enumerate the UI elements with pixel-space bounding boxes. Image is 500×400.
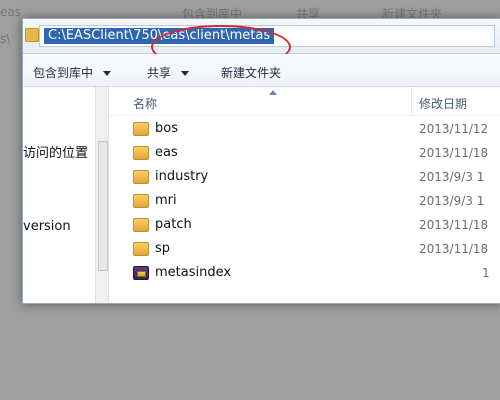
new-folder-button[interactable]: 新建文件夹 xyxy=(221,64,281,81)
sort-arrow-icon xyxy=(269,90,277,95)
include-in-library-label: 包含到库中 xyxy=(33,66,94,80)
file-row[interactable]: sp 2013/11/18 xyxy=(109,237,500,261)
file-name: bos xyxy=(155,121,178,136)
file-row[interactable]: industry 2013/9/3 1 xyxy=(109,165,500,189)
navigation-scrollbar[interactable] xyxy=(95,87,109,303)
address-path-text: C:\EASClient\750\eas\client\metas xyxy=(44,28,275,44)
file-row[interactable]: mri 2013/9/3 1 xyxy=(109,189,500,213)
new-folder-label: 新建文件夹 xyxy=(221,66,282,80)
column-header-name[interactable]: 名称 xyxy=(133,95,157,112)
column-header-date-modified[interactable]: 修改日期 xyxy=(419,95,467,112)
file-row[interactable]: eas 2013/11/18 xyxy=(109,141,500,165)
navigation-pane[interactable]: 访问的位置 version xyxy=(23,87,95,303)
folder-icon xyxy=(133,194,149,208)
file-row[interactable]: metasindex 1 xyxy=(109,261,500,285)
column-header: 名称 修改日期 xyxy=(109,87,500,116)
nav-item-recent-places[interactable]: 访问的位置 xyxy=(23,142,88,161)
toolbar: 包含到库中 共享 新建文件夹 xyxy=(23,54,500,87)
file-list-pane: 名称 修改日期 bos 2013/11/12 eas 2013/11/18 in… xyxy=(109,87,500,303)
file-date: 1 xyxy=(482,266,490,280)
file-name: mri xyxy=(155,193,177,208)
file-date: 2013/9/3 1 xyxy=(419,170,485,184)
share-button[interactable]: 共享 xyxy=(147,64,189,81)
archive-icon xyxy=(133,266,149,280)
file-row[interactable]: patch 2013/11/18 xyxy=(109,213,500,237)
folder-icon xyxy=(25,28,39,42)
file-date: 2013/11/18 xyxy=(419,218,489,232)
folder-icon xyxy=(133,242,149,256)
dropdown-arrow-icon xyxy=(102,71,111,76)
explorer-window: C:\EASClient\750\eas\client\metas 包含到库中 … xyxy=(22,18,500,304)
file-name: eas xyxy=(155,145,178,160)
background-left-partial-text: s\ xyxy=(0,32,11,46)
include-in-library-button[interactable]: 包含到库中 xyxy=(33,64,111,81)
file-name: metasindex xyxy=(155,265,232,280)
file-date: 2013/11/18 xyxy=(419,146,489,160)
folder-icon xyxy=(133,122,149,136)
file-date: 2013/9/3 1 xyxy=(419,194,485,208)
folder-icon xyxy=(133,170,149,184)
file-row[interactable]: bos 2013/11/12 xyxy=(109,117,500,141)
folder-icon xyxy=(133,218,149,232)
background-top-left-text: eas xyxy=(0,5,21,19)
file-date: 2013/11/12 xyxy=(419,122,489,136)
file-name: industry xyxy=(155,169,209,184)
file-name: sp xyxy=(155,241,171,256)
scrollbar-thumb[interactable] xyxy=(98,141,108,271)
share-label: 共享 xyxy=(147,66,172,80)
folder-icon xyxy=(133,146,149,160)
address-input[interactable]: C:\EASClient\750\eas\client\metas xyxy=(39,25,495,47)
column-divider[interactable] xyxy=(411,87,412,115)
file-name: patch xyxy=(155,217,192,232)
address-bar[interactable]: C:\EASClient\750\eas\client\metas xyxy=(23,19,500,69)
nav-item-version[interactable]: version xyxy=(23,219,71,234)
dropdown-arrow-icon xyxy=(180,71,189,76)
file-date: 2013/11/18 xyxy=(419,242,489,256)
